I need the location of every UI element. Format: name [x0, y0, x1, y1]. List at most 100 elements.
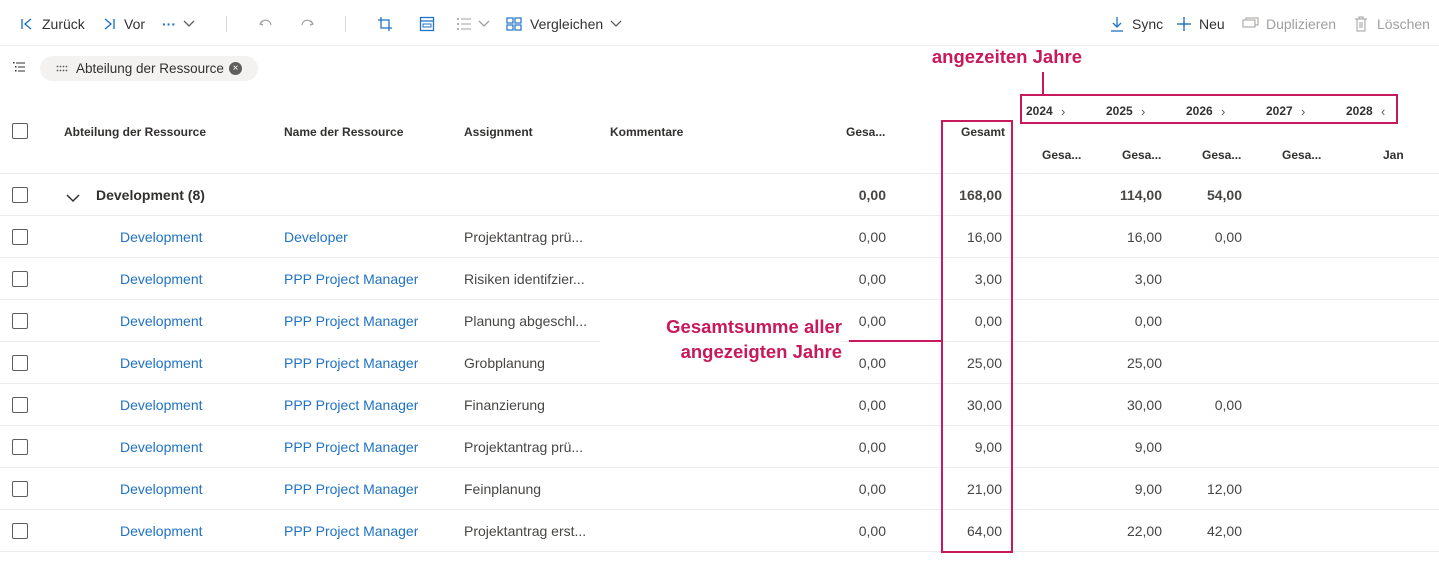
column-header-assignment[interactable]: Assignment	[464, 125, 533, 139]
resource-link[interactable]: PPP Project Manager	[284, 523, 418, 539]
row-divider	[0, 257, 1439, 258]
gesa-cell: 0,00	[858, 481, 886, 497]
gesa-cell: 0,00	[858, 439, 886, 455]
department-link[interactable]: Development	[120, 481, 203, 497]
department-link[interactable]: Development	[120, 229, 203, 245]
row-checkbox[interactable]	[12, 271, 28, 287]
delete-label: Löschen	[1377, 16, 1430, 32]
chevron-down-icon	[475, 15, 493, 33]
resource-link[interactable]: PPP Project Manager	[284, 355, 418, 371]
group-by-chip[interactable]: Abteilung der Ressource ×	[40, 56, 258, 81]
column-header-2026-total[interactable]: Gesa...	[1202, 148, 1241, 162]
duplicate-button[interactable]: Duplizieren	[1242, 12, 1336, 36]
total-2025-cell: 9,00	[1134, 481, 1162, 497]
add-column-button[interactable]	[376, 12, 394, 36]
form-view-button[interactable]	[418, 12, 436, 36]
row-checkbox[interactable]	[12, 439, 28, 455]
row-divider	[0, 383, 1439, 384]
row-checkbox[interactable]	[12, 523, 28, 539]
group-label: Development (8)	[96, 187, 205, 203]
column-header-2024-total[interactable]: Gesa...	[1042, 148, 1081, 162]
row-divider	[0, 215, 1439, 216]
total-2026-cell: 42,00	[1206, 523, 1242, 539]
assignment-cell: Finanzierung	[464, 397, 545, 413]
row-divider	[0, 173, 1439, 174]
more-commands-button[interactable]: ···	[162, 12, 198, 36]
forward-icon	[100, 15, 118, 33]
new-button[interactable]: Neu	[1175, 12, 1225, 36]
assignment-cell: Planung abgeschl...	[464, 313, 587, 329]
resource-link[interactable]: Developer	[284, 229, 348, 245]
total-2025-cell: 9,00	[1134, 439, 1162, 455]
department-link[interactable]: Development	[120, 397, 203, 413]
column-header-2028-jan[interactable]: Jan	[1383, 148, 1404, 162]
row-checkbox[interactable]	[12, 313, 28, 329]
resource-link[interactable]: PPP Project Manager	[284, 481, 418, 497]
group-by-icon[interactable]	[12, 60, 26, 77]
compare-icon	[505, 15, 523, 33]
back-icon	[18, 15, 36, 33]
resource-link[interactable]: PPP Project Manager	[284, 439, 418, 455]
assignment-cell: Risiken identifzier...	[464, 271, 585, 287]
department-link[interactable]: Development	[120, 313, 203, 329]
gesa-cell: 0,00	[858, 271, 886, 287]
back-button[interactable]: Zurück	[18, 12, 85, 36]
crop-icon	[376, 15, 394, 33]
drag-handle-icon[interactable]	[56, 61, 68, 76]
new-label: Neu	[1199, 16, 1225, 32]
group-gesa: 0,00	[858, 187, 886, 203]
row-divider	[0, 551, 1439, 552]
compare-button[interactable]: Vergleichen	[505, 12, 625, 36]
list-icon	[455, 15, 473, 33]
column-header-gesa[interactable]: Gesa...	[846, 125, 885, 139]
column-header-resource[interactable]: Name der Ressource	[284, 125, 403, 139]
back-label: Zurück	[42, 16, 85, 32]
forward-button[interactable]: Vor	[100, 12, 145, 36]
column-header-2027-total[interactable]: Gesa...	[1282, 148, 1321, 162]
department-link[interactable]: Development	[120, 439, 203, 455]
group-checkbox[interactable]	[12, 187, 28, 203]
department-link[interactable]: Development	[120, 523, 203, 539]
column-header-comments[interactable]: Kommentare	[610, 125, 683, 139]
total-2025-cell: 22,00	[1126, 523, 1162, 539]
list-options-button[interactable]	[455, 12, 493, 36]
department-link[interactable]: Development	[120, 355, 203, 371]
department-link[interactable]: Development	[120, 271, 203, 287]
download-icon	[1108, 15, 1126, 33]
resource-link[interactable]: PPP Project Manager	[284, 397, 418, 413]
gesa-cell: 0,00	[858, 397, 886, 413]
assignment-cell: Feinplanung	[464, 481, 542, 497]
delete-button[interactable]: Löschen	[1352, 12, 1430, 36]
total-annotation-label-line2: angezeigten Jahre	[600, 340, 842, 364]
total-2025-cell: 3,00	[1134, 271, 1162, 287]
redo-button[interactable]	[298, 12, 316, 36]
row-checkbox[interactable]	[12, 355, 28, 371]
chevron-down-icon[interactable]	[66, 190, 80, 206]
remove-group-icon[interactable]: ×	[229, 62, 242, 75]
chevron-down-icon	[180, 15, 198, 33]
sync-button[interactable]: Sync	[1108, 12, 1163, 36]
command-bar: Zurück Vor ··· Vergleichen Sync Neu Dupl…	[0, 0, 1439, 46]
total-annotation-label-line1: Gesamtsumme aller	[666, 316, 842, 337]
years-annotation-label: angezeiten Jahre	[931, 46, 1082, 67]
select-all-checkbox[interactable]	[12, 123, 28, 139]
total-highlight-box	[941, 120, 1013, 553]
resource-link[interactable]: PPP Project Manager	[284, 313, 418, 329]
row-checkbox[interactable]	[12, 229, 28, 245]
total-2026-cell: 12,00	[1206, 481, 1242, 497]
toolbar-divider	[345, 16, 346, 32]
resource-link[interactable]: PPP Project Manager	[284, 271, 418, 287]
plus-icon	[1175, 15, 1193, 33]
total-2025-cell: 0,00	[1134, 313, 1162, 329]
row-checkbox[interactable]	[12, 481, 28, 497]
duplicate-icon	[1242, 15, 1260, 33]
assignment-cell: Projektantrag prü...	[464, 229, 584, 245]
total-2026-cell: 0,00	[1214, 229, 1242, 245]
column-header-department[interactable]: Abteilung der Ressource	[64, 125, 206, 139]
row-checkbox[interactable]	[12, 397, 28, 413]
total-2025-cell: 30,00	[1126, 397, 1162, 413]
undo-button[interactable]	[257, 12, 275, 36]
chip-label: Abteilung der Ressource	[76, 61, 224, 76]
column-header-2025-total[interactable]: Gesa...	[1122, 148, 1161, 162]
sync-label: Sync	[1132, 16, 1164, 32]
